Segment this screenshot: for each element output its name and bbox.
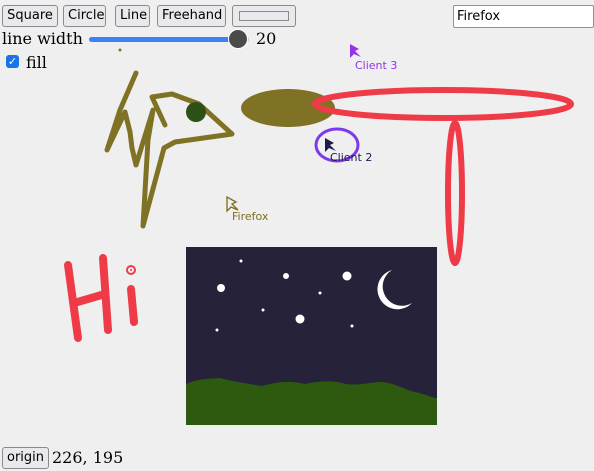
client-2-cursor-label: Client 2: [330, 151, 372, 164]
drawing-canvas[interactable]: Client 3 Client 2 Firefox: [0, 0, 594, 471]
coordinates-readout: 226, 195: [52, 448, 124, 467]
client-3-cursor-label: Client 3: [355, 59, 397, 72]
line-tool-button[interactable]: Line: [115, 5, 150, 27]
red-vertical-ellipse: [445, 120, 465, 266]
fill-label: fill: [26, 53, 47, 72]
circle-tool-button[interactable]: Circle: [63, 5, 106, 27]
square-tool-button[interactable]: Square: [2, 5, 58, 27]
firefox-cursor-label: Firefox: [232, 210, 269, 223]
slider-track-filled: [89, 37, 238, 42]
client-3-cursor: Client 3: [350, 44, 397, 72]
client-2-cursor: Client 2: [325, 138, 372, 164]
red-horizontal-ellipse: [312, 87, 574, 121]
handwritten-hi: [64, 254, 138, 342]
line-width-slider[interactable]: [89, 29, 249, 49]
line-width-label: line width: [2, 29, 83, 48]
freehand-tool-button[interactable]: Freehand: [157, 5, 226, 27]
olive-freehand-scribble: [104, 70, 235, 229]
firefox-cursor: Firefox: [226, 195, 269, 223]
fill-checkbox[interactable]: ✓: [6, 55, 19, 68]
color-picker-button[interactable]: [232, 5, 296, 27]
origin-button[interactable]: origin: [2, 447, 50, 469]
dark-green-circle: [186, 102, 206, 122]
night-sky-image: [186, 247, 437, 425]
line-width-value: 20: [256, 29, 277, 48]
app-root: Client 3 Client 2 Firefox Square Circle …: [0, 0, 594, 471]
olive-dot: [118, 48, 122, 52]
color-swatch: [239, 11, 289, 21]
client-name-input[interactable]: [453, 5, 594, 28]
slider-thumb[interactable]: [228, 29, 248, 49]
